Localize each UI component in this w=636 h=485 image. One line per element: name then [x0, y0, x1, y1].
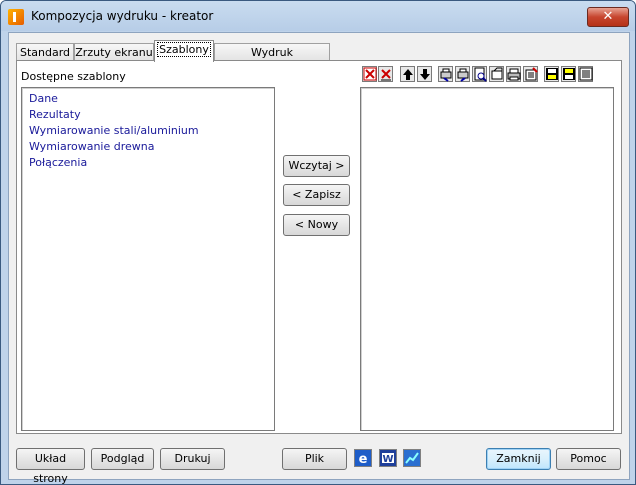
page-layout-button[interactable]: Układ strony	[16, 448, 85, 484]
list-item[interactable]: Wymiarowanie drewna	[22, 139, 274, 155]
edit-icon[interactable]	[523, 66, 538, 82]
preview-icon[interactable]	[472, 66, 487, 82]
tab-templates[interactable]: Szablony	[154, 40, 214, 62]
svg-text:e: e	[359, 452, 368, 466]
selected-templates-list[interactable]	[360, 87, 614, 431]
close-window-button[interactable]: ✕	[587, 7, 629, 27]
save-as-icon[interactable]	[561, 66, 576, 82]
file-button[interactable]: Plik	[282, 448, 347, 470]
dialog-body: Standard Zrzuty ekranu Szablony Wydruk u…	[8, 32, 630, 484]
list-item[interactable]: Wymiarowanie stali/aluminium	[22, 123, 274, 139]
svg-text:W: W	[382, 454, 393, 465]
save-button[interactable]: < Zapisz	[283, 184, 350, 206]
preview-button[interactable]: Podgląd	[91, 448, 154, 470]
app-logo-icon	[8, 9, 24, 25]
print-settings-2-icon[interactable]	[455, 66, 470, 82]
window-title: Kompozycja wydruku - kreator	[31, 9, 214, 23]
new-button[interactable]: < Nowy	[283, 214, 350, 236]
tab-screenshots-label: Zrzuty ekranu	[75, 46, 153, 59]
move-down-icon[interactable]	[417, 66, 432, 82]
tab-screenshots[interactable]: Zrzuty ekranu	[74, 43, 154, 61]
properties-icon[interactable]	[578, 66, 593, 82]
help-button[interactable]: Pomoc	[556, 448, 621, 470]
available-templates-heading: Dostępne szablony	[21, 70, 126, 83]
list-item[interactable]: Rezultaty	[22, 107, 274, 123]
close-button[interactable]: Zamknij	[486, 448, 551, 470]
delete-all-icon[interactable]	[378, 66, 393, 82]
export-chart-icon[interactable]	[403, 449, 421, 467]
move-up-icon[interactable]	[400, 66, 415, 82]
list-item[interactable]: Połączenia	[22, 155, 274, 171]
save-icon[interactable]	[544, 66, 559, 82]
printer-icon[interactable]	[506, 66, 521, 82]
load-button[interactable]: Wczytaj >	[283, 155, 350, 177]
list-item[interactable]: Dane	[22, 91, 274, 107]
page-setup-icon[interactable]	[489, 66, 504, 82]
word-icon[interactable]: W	[379, 449, 397, 467]
tab-simplified-print[interactable]: Wydruk uproszczony	[214, 43, 330, 76]
templates-panel: Dostępne szablony Dane Rezultaty Wymiaro…	[16, 60, 622, 434]
print-button[interactable]: Drukuj	[160, 448, 225, 470]
print-settings-icon[interactable]	[438, 66, 453, 82]
internet-explorer-icon[interactable]: e	[354, 449, 372, 467]
title-bar: Kompozycja wydruku - kreator ✕	[1, 1, 635, 31]
delete-icon[interactable]	[362, 66, 377, 82]
print-composition-window: Kompozycja wydruku - kreator ✕ Standard …	[0, 0, 636, 485]
tab-standard[interactable]: Standard	[16, 43, 74, 61]
available-templates-list[interactable]: Dane Rezultaty Wymiarowanie stali/alumin…	[21, 87, 275, 431]
tab-standard-label: Standard	[19, 46, 71, 59]
tab-templates-label: Szablony	[157, 42, 211, 57]
